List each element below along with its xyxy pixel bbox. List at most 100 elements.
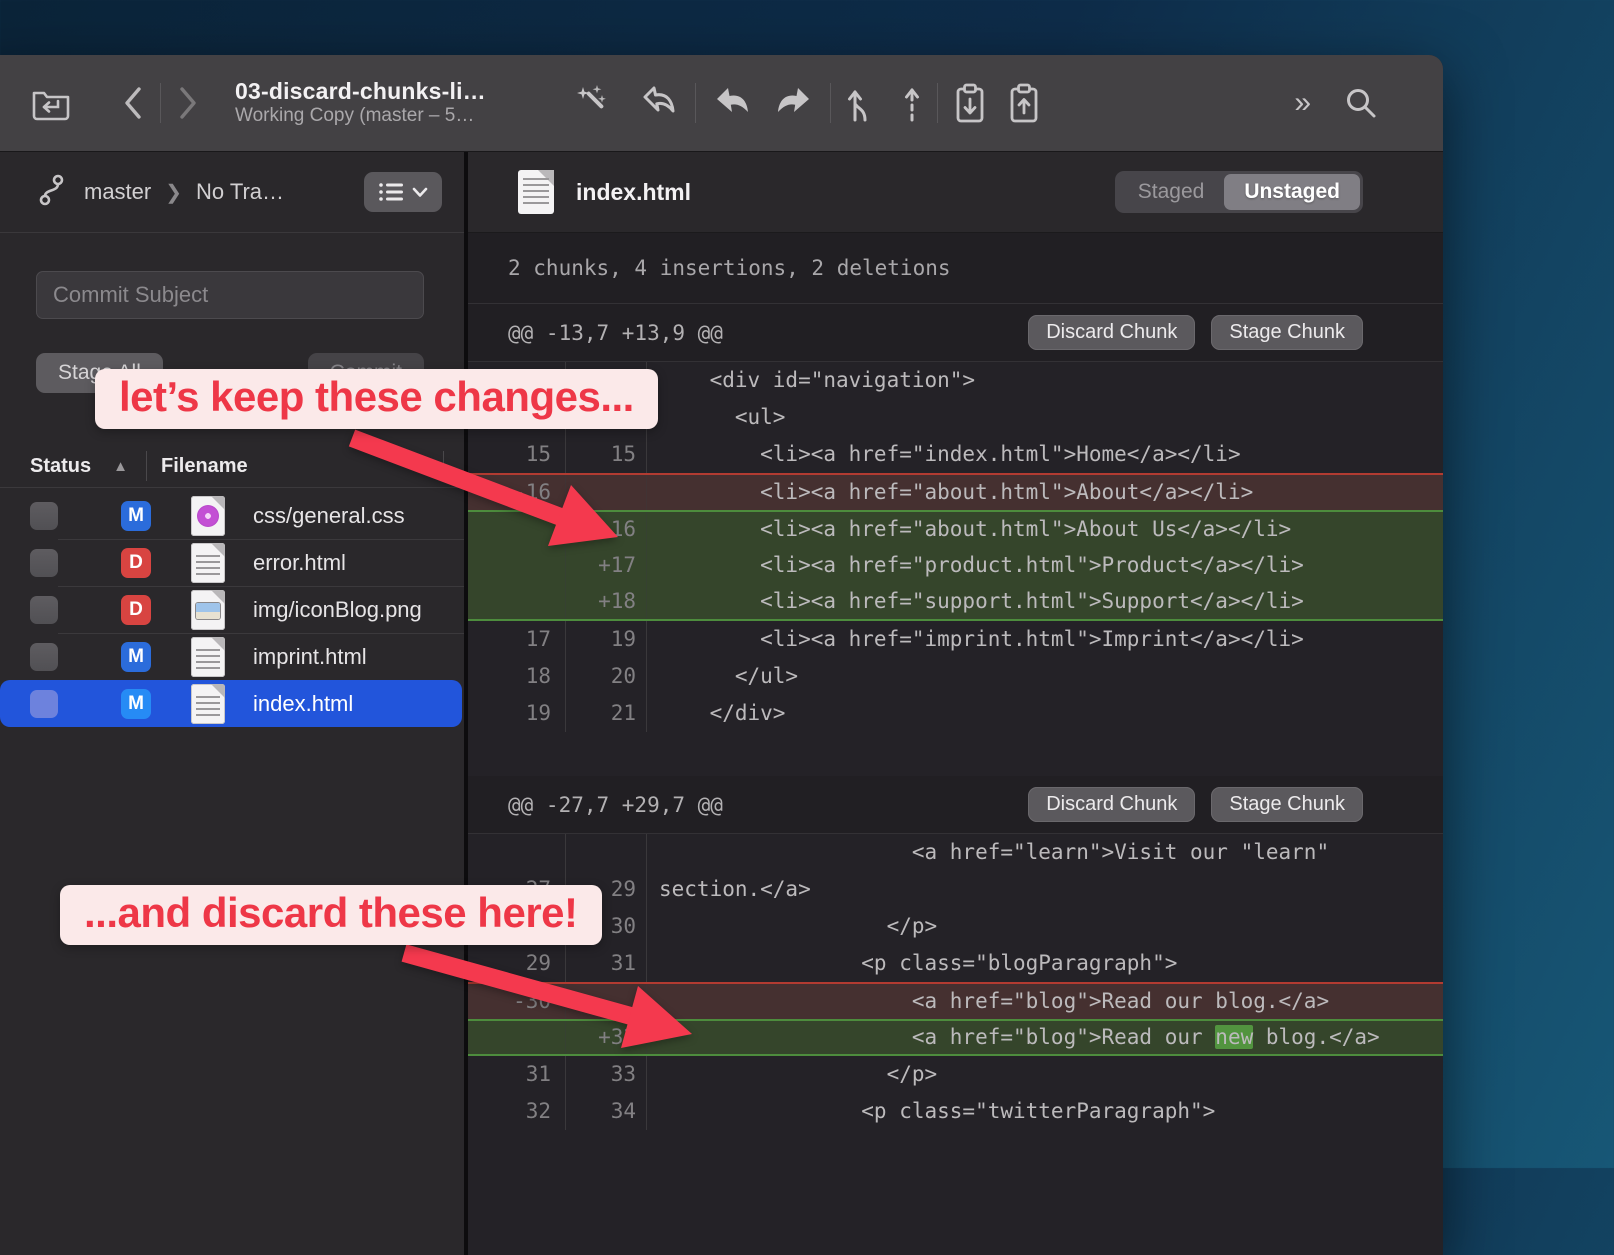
diff-line[interactable]: 31 33 </p>	[468, 1056, 1443, 1093]
diff-line[interactable]: -16 <li><a href="about.html">About</a></…	[468, 473, 1443, 510]
code-text: <p class="blogParagraph">	[647, 945, 1443, 982]
new-line-number: 21	[566, 695, 647, 732]
view-options-button[interactable]	[364, 172, 442, 212]
tracking-branch[interactable]: No Tra…	[196, 179, 284, 205]
new-line-number: 29	[566, 871, 647, 908]
status-badge: D	[121, 595, 151, 625]
toolbar: 03-discard-chunks-li… Working Copy (mast…	[0, 55, 1443, 152]
file-name: css/general.css	[253, 503, 405, 529]
diff-line[interactable]: 14 14 <ul>	[468, 399, 1443, 436]
stash-save-icon[interactable]	[952, 81, 988, 125]
discard-chunk-button[interactable]: Discard Chunk	[1028, 315, 1195, 350]
file-row[interactable]: M index.html	[0, 680, 462, 727]
stage-checkbox[interactable]	[30, 549, 58, 577]
file-row[interactable]: M imprint.html	[0, 633, 464, 680]
cherry-pick-icon[interactable]	[901, 82, 923, 124]
stage-checkbox[interactable]	[30, 643, 58, 671]
file-name: img/iconBlog.png	[253, 597, 422, 623]
diff-line[interactable]: <a href="learn">Visit our "learn"	[468, 834, 1443, 871]
diff-line[interactable]: +17 <li><a href="product.html">Product</…	[468, 547, 1443, 584]
back-button[interactable]	[120, 83, 146, 123]
stage-chunk-button[interactable]: Stage Chunk	[1211, 787, 1363, 822]
window-subtitle: Working Copy (master – 5…	[235, 104, 535, 128]
status-column-header[interactable]: Status	[30, 455, 91, 478]
new-line-number: 33	[566, 1056, 647, 1093]
chunk-range: @@ -13,7 +13,9 @@	[508, 321, 723, 345]
new-line-number: +16	[566, 512, 647, 547]
file-row[interactable]: M css/general.css	[0, 492, 464, 539]
tab-unstaged[interactable]: Unstaged	[1224, 174, 1360, 210]
forward-button[interactable]	[175, 83, 201, 123]
diff-line[interactable]: 13 13 <div id="navigation">	[468, 362, 1443, 399]
new-line-number: 30	[566, 908, 647, 945]
file-name: error.html	[253, 550, 346, 576]
discard-chunk-button[interactable]: Discard Chunk	[1028, 787, 1195, 822]
branch-bar[interactable]: master ❯ No Tra…	[0, 152, 464, 233]
pull-icon[interactable]	[710, 83, 754, 123]
diff-line[interactable]: 32 34 <p class="twitterParagraph">	[468, 1093, 1443, 1130]
diff-line[interactable]: -30 <a href="blog">Read our blog.</a>	[468, 982, 1443, 1019]
file-list: M css/general.css D error.html D img/ico…	[0, 492, 464, 727]
merge-icon[interactable]	[845, 82, 875, 124]
diff-line[interactable]: +16 <li><a href="about.html">About Us</a…	[468, 510, 1443, 547]
push-icon[interactable]	[772, 83, 816, 123]
diff-file-name: index.html	[576, 179, 691, 206]
new-line-number: +18	[566, 584, 647, 619]
column-divider	[146, 451, 147, 481]
old-line-number: 31	[468, 1056, 566, 1093]
repo-switch-icon[interactable]	[30, 85, 72, 121]
code-text: <div id="navigation">	[647, 362, 1443, 399]
diff-line[interactable]: 29 31 <p class="blogParagraph">	[468, 945, 1443, 982]
chunk-range: @@ -27,7 +29,7 @@	[508, 793, 723, 817]
old-line-number: 29	[468, 945, 566, 982]
diff-line[interactable]: 15 15 <li><a href="index.html">Home</a><…	[468, 436, 1443, 473]
more-tools-icon[interactable]: »	[1294, 86, 1309, 120]
old-line-number: 13	[468, 362, 566, 399]
file-row[interactable]: D img/iconBlog.png	[0, 586, 464, 633]
code-text: <p class="twitterParagraph">	[647, 1093, 1443, 1130]
diff-line[interactable]: 19 21 </div>	[468, 695, 1443, 732]
status-badge: D	[121, 548, 151, 578]
branch-name[interactable]: master	[84, 179, 151, 205]
code-text: <a href="learn">Visit our "learn"	[647, 834, 1443, 871]
file-table-header: Status ▲ Filename	[0, 445, 464, 488]
code-text: <li><a href="about.html">About</a></li>	[647, 475, 1443, 510]
file-icon	[191, 637, 225, 677]
filename-column-header[interactable]: Filename	[161, 455, 248, 478]
diff-file-header: index.html Staged Unstaged	[468, 152, 1443, 233]
diff-line[interactable]: 27 29 section.</a>	[468, 871, 1443, 908]
diff-line[interactable]: +18 <li><a href="support.html">Support</…	[468, 584, 1443, 621]
status-badge: M	[121, 642, 151, 672]
sort-ascending-icon[interactable]: ▲	[113, 458, 128, 475]
stash-pop-icon[interactable]	[1006, 81, 1042, 125]
quick-actions-icon[interactable]	[571, 83, 611, 123]
search-icon[interactable]	[1343, 85, 1379, 121]
stage-checkbox[interactable]	[30, 596, 58, 624]
stage-chunk-button[interactable]: Stage Chunk	[1211, 315, 1363, 350]
new-line-number: 19	[566, 621, 647, 658]
new-line-number: 13	[566, 362, 647, 399]
diff-line[interactable]: 17 19 <li><a href="imprint.html">Imprint…	[468, 621, 1443, 658]
diff-chunk: @@ -27,7 +29,7 @@ Discard Chunk Stage Ch…	[468, 776, 1443, 1174]
diff-line[interactable]: +32 <a href="blog">Read our new blog.</a…	[468, 1019, 1443, 1056]
stage-all-button[interactable]: Stage All	[36, 353, 163, 393]
commit-subject-input[interactable]	[36, 271, 424, 319]
stage-checkbox[interactable]	[30, 502, 58, 530]
stage-checkbox[interactable]	[30, 690, 58, 718]
code-text: <li><a href="about.html">About Us</a></l…	[647, 512, 1443, 547]
chunk-header: @@ -27,7 +29,7 @@ Discard Chunk Stage Ch…	[468, 776, 1443, 834]
code-text: <li><a href="product.html">Product</a></…	[647, 547, 1443, 584]
tab-staged[interactable]: Staged	[1118, 174, 1225, 210]
chunk-rows: <a href="learn">Visit our "learn" 27 29 …	[468, 834, 1443, 1174]
diff-line[interactable]: 18 20 </ul>	[468, 658, 1443, 695]
diff-line[interactable]: 28 30 </p>	[468, 908, 1443, 945]
commit-button[interactable]: Commit	[308, 353, 424, 393]
undo-icon[interactable]	[637, 83, 681, 123]
chunk-rows: 13 13 <div id="navigation"> 14 14 <ul> 1…	[468, 362, 1443, 776]
column-divider	[443, 451, 444, 481]
branch-icon	[36, 173, 68, 212]
file-row[interactable]: D error.html	[0, 539, 464, 586]
new-line-number: +32	[566, 1021, 647, 1054]
new-line-number: 14	[566, 399, 647, 436]
old-line-number: 27	[468, 871, 566, 908]
